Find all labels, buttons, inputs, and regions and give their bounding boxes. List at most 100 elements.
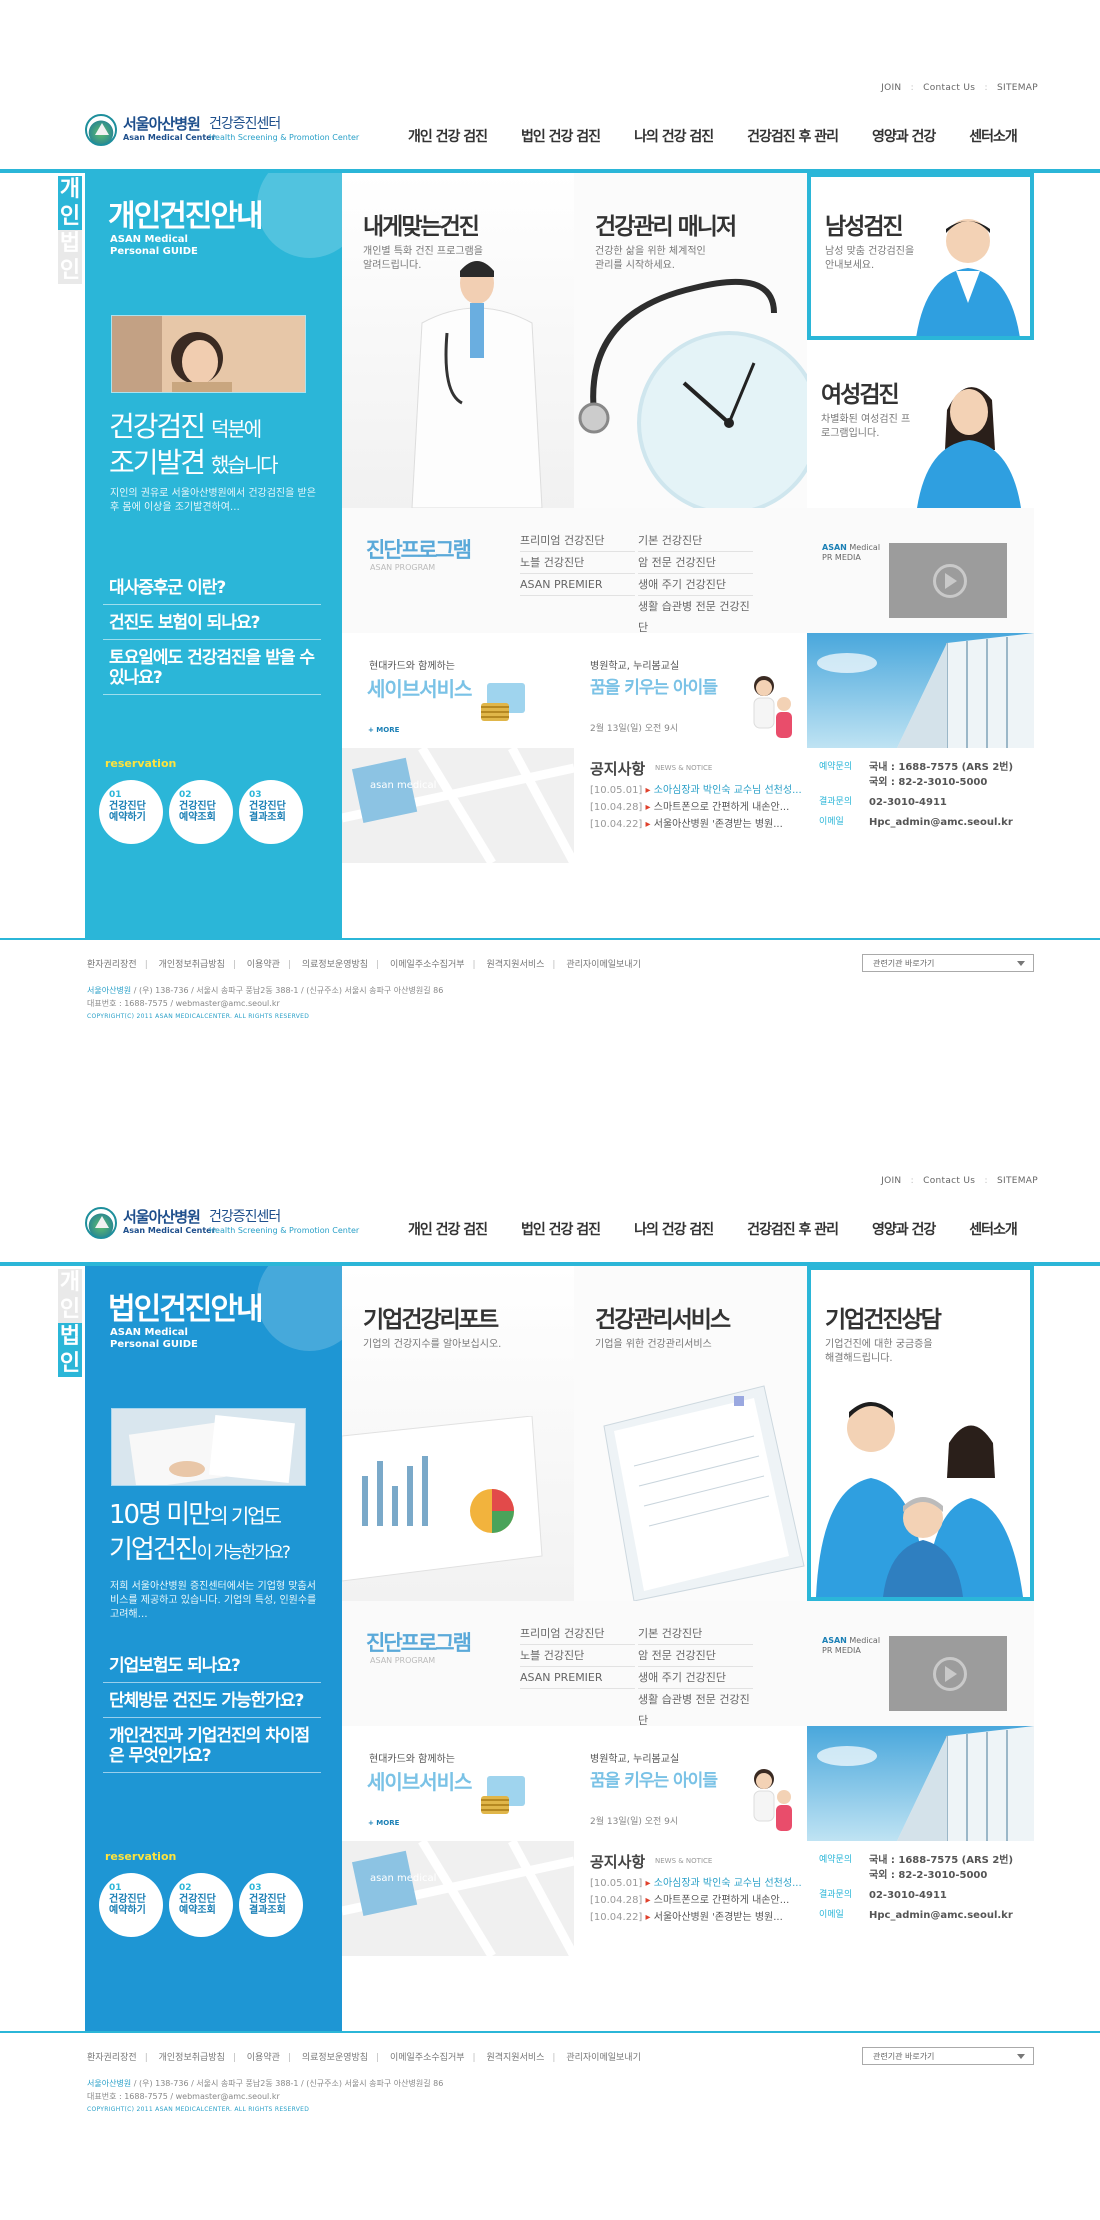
footer-link[interactable]: 이메일주소수집거부 — [390, 960, 465, 970]
video-play-icon[interactable] — [889, 1636, 1007, 1711]
program-link[interactable]: 노블 건강진단 — [520, 552, 635, 574]
save-service[interactable]: 현대카드와 함께하는 세이브서비스 + MORE — [342, 633, 574, 748]
footer-link[interactable]: 환자권리장전 — [87, 960, 137, 970]
nav-about[interactable]: 센터소개 — [969, 1219, 1018, 1239]
join-link[interactable]: JOIN — [881, 1176, 901, 1186]
reserve-l1: 건강진단 — [249, 801, 286, 812]
contact-link[interactable]: Contact Us — [923, 83, 975, 93]
notice-item[interactable]: [10.05.01] ▸ 소아심장과 박인숙 교수님 선천성... — [590, 782, 802, 799]
sitemap-link[interactable]: SITEMAP — [997, 1176, 1038, 1186]
more-link[interactable]: + MORE — [368, 726, 399, 734]
footer-link[interactable]: 의료정보운영방침 — [302, 2053, 368, 2063]
doctor-illustration — [411, 261, 543, 508]
program-link[interactable]: 암 전문 건강진단 — [638, 1645, 753, 1667]
program-link[interactable]: 노블 건강진단 — [520, 1645, 635, 1667]
faq-link[interactable]: 건진도 보험이 되나요? — [103, 605, 321, 640]
program-link[interactable]: 기본 건강진단 — [638, 1623, 753, 1645]
side-tab-corporate[interactable]: 법인 — [58, 1323, 82, 1377]
nav-after-care[interactable]: 건강검진 후 관리 — [747, 1219, 839, 1239]
result-check-button[interactable]: 03 건강진단 결과조회 — [239, 780, 303, 844]
tile-health-service[interactable]: 건강관리서비스 기업을 위한 건강관리서비스 — [574, 1266, 807, 1601]
reserve-check-button[interactable]: 02 건강진단 예약조회 — [169, 780, 233, 844]
footer-link[interactable]: 이용약관 — [247, 2053, 280, 2063]
testimonial-desc: 지인의 권유로 서울아산병원에서 건강검진을 받은후 몸에 이상을 조기발견하여… — [110, 488, 316, 513]
tile-corporate-consult[interactable]: 기업건진상담 기업건진에 대한 궁금증을 해결해드립니다. — [807, 1266, 1034, 1601]
footer-link[interactable]: 의료정보운영방침 — [302, 960, 368, 970]
faq-link[interactable]: 대사증후군 이란? — [103, 570, 321, 605]
logo[interactable]: 서울아산병원 건강증진센터 Asan Medical Center Health… — [85, 112, 360, 148]
tile-custom-checkup[interactable]: 내게맞는건진 개인별 특화 건진 프로그램을 알려드립니다. — [342, 173, 574, 508]
util-sep: : — [910, 1176, 914, 1186]
tile-corporate-report[interactable]: 기업건강리포트 기업의 건강지수를 알아보십시오. — [342, 1266, 574, 1601]
video-play-icon[interactable] — [889, 543, 1007, 618]
nav-corporate[interactable]: 법인 건강 검진 — [521, 126, 601, 146]
tile-female-checkup[interactable]: 여성검진 차별화된 여성검진 프로그램입니다. — [807, 340, 1034, 508]
nav-my-checkup[interactable]: 나의 건강 검진 — [634, 126, 714, 146]
footer-link[interactable]: 환자권리장전 — [87, 2053, 137, 2063]
related-sites-select[interactable]: 관련기관 바로가기 — [862, 2047, 1034, 2065]
tile-male-checkup[interactable]: 남성검진 남성 맞춤 건강검진을 안내보세요. — [807, 173, 1034, 340]
contact-link[interactable]: Contact Us — [923, 1176, 975, 1186]
save-service[interactable]: 현대카드와 함께하는 세이브서비스 + MORE — [342, 1726, 574, 1841]
program-title: 진단프로그램 — [366, 538, 472, 562]
tile-health-manager[interactable]: 건강관리 매니저 건강한 삶을 위한 체계적인 관리를 시작하세요. — [574, 173, 807, 508]
contact-email[interactable]: Hpc_admin@amc.seoul.kr — [869, 1908, 1013, 1923]
program-link[interactable]: ASAN PREMIER — [520, 1667, 635, 1689]
nav-about[interactable]: 센터소개 — [969, 126, 1018, 146]
notice-item[interactable]: [10.04.22] ▸ 서울아산병원 '존경받는 병원... — [590, 1909, 802, 1926]
faq-link[interactable]: 단체방문 건진도 가능한가요? — [103, 1683, 321, 1718]
nav-my-checkup[interactable]: 나의 건강 검진 — [634, 1219, 714, 1239]
result-check-button[interactable]: 03 건강진단 결과조회 — [239, 1873, 303, 1937]
program-link[interactable]: 기본 건강진단 — [638, 530, 753, 552]
side-tab-personal[interactable]: 개인 — [58, 1269, 82, 1323]
program-link[interactable]: 프리미엄 건강진단 — [520, 1623, 635, 1645]
logo[interactable]: 서울아산병원 건강증진센터 Asan Medical Center Health… — [85, 1205, 360, 1241]
contact-key: 결과문의 — [819, 797, 853, 807]
program-link[interactable]: ASAN PREMIER — [520, 574, 635, 596]
hospital-school[interactable]: 병원학교, 누리봄교실 꿈을 키우는 아이들 2월 13일(일) 오전 9시 — [574, 1726, 807, 1841]
notice-item[interactable]: [10.05.01] ▸ 소아심장과 박인숙 교수님 선천성... — [590, 1875, 802, 1892]
join-link[interactable]: JOIN — [881, 83, 901, 93]
side-tab-corporate[interactable]: 법인 — [58, 230, 82, 284]
nav-personal[interactable]: 개인 건강 검진 — [408, 1219, 488, 1239]
notice-title: 공지사항 — [590, 760, 646, 778]
footer-link[interactable]: 원격지원서비스 — [486, 2053, 544, 2063]
program-link[interactable]: 생애 주기 건강진단 — [638, 1667, 753, 1689]
faq-link[interactable]: 기업보험도 되나요? — [103, 1648, 321, 1683]
nav-nutrition[interactable]: 영양과 건강 — [872, 126, 936, 146]
faq-link[interactable]: 토요일에도 건강검진을 받을 수 있나요? — [103, 640, 321, 695]
footer-link[interactable]: 원격지원서비스 — [486, 960, 544, 970]
sitemap-link[interactable]: SITEMAP — [997, 83, 1038, 93]
map-tile[interactable]: asan medical — [342, 1841, 574, 1956]
logo-name: 서울아산병원 — [123, 1208, 201, 1226]
nav-after-care[interactable]: 건강검진 후 관리 — [747, 126, 839, 146]
footer-hospital: 서울아산병원 — [87, 2079, 132, 2088]
program-link[interactable]: 암 전문 건강진단 — [638, 552, 753, 574]
util-sep: : — [910, 83, 914, 93]
footer-link[interactable]: 개인정보취급방침 — [159, 960, 225, 970]
footer-link[interactable]: 이메일주소수집거부 — [390, 2053, 465, 2063]
program-link[interactable]: 프리미엄 건강진단 — [520, 530, 635, 552]
notice-item[interactable]: [10.04.28] ▸ 스마트폰으로 간편하게 내손안... — [590, 799, 802, 816]
footer-link[interactable]: 관리자이메일보내기 — [566, 960, 641, 970]
reserve-button[interactable]: 01 건강진단 예약하기 — [99, 1873, 163, 1937]
nav-corporate[interactable]: 법인 건강 검진 — [521, 1219, 601, 1239]
more-link[interactable]: + MORE — [368, 1819, 399, 1827]
footer-link[interactable]: 관리자이메일보내기 — [566, 2053, 641, 2063]
footer-link[interactable]: 개인정보취급방침 — [159, 2053, 225, 2063]
map-tile[interactable]: asan medical — [342, 748, 574, 863]
footer-link[interactable]: 이용약관 — [247, 960, 280, 970]
nav-personal[interactable]: 개인 건강 검진 — [408, 126, 488, 146]
contact-email[interactable]: Hpc_admin@amc.seoul.kr — [869, 815, 1013, 830]
reserve-check-button[interactable]: 02 건강진단 예약조회 — [169, 1873, 233, 1937]
side-tab-personal[interactable]: 개인 — [58, 176, 82, 230]
related-sites-select[interactable]: 관련기관 바로가기 — [862, 954, 1034, 972]
reserve-button[interactable]: 01 건강진단 예약하기 — [99, 780, 163, 844]
hospital-school[interactable]: 병원학교, 누리봄교실 꿈을 키우는 아이들 2월 13일(일) 오전 9시 — [574, 633, 807, 748]
faq-link[interactable]: 개인건진과 기업건진의 차이점은 무엇인가요? — [103, 1718, 321, 1773]
program-link[interactable]: 생애 주기 건강진단 — [638, 574, 753, 596]
notice-item[interactable]: [10.04.28] ▸ 스마트폰으로 간편하게 내손안... — [590, 1892, 802, 1909]
nav-nutrition[interactable]: 영양과 건강 — [872, 1219, 936, 1239]
save-sub: 현대카드와 함께하는 — [369, 661, 455, 672]
notice-item[interactable]: [10.04.22] ▸ 서울아산병원 '존경받는 병원... — [590, 816, 802, 833]
